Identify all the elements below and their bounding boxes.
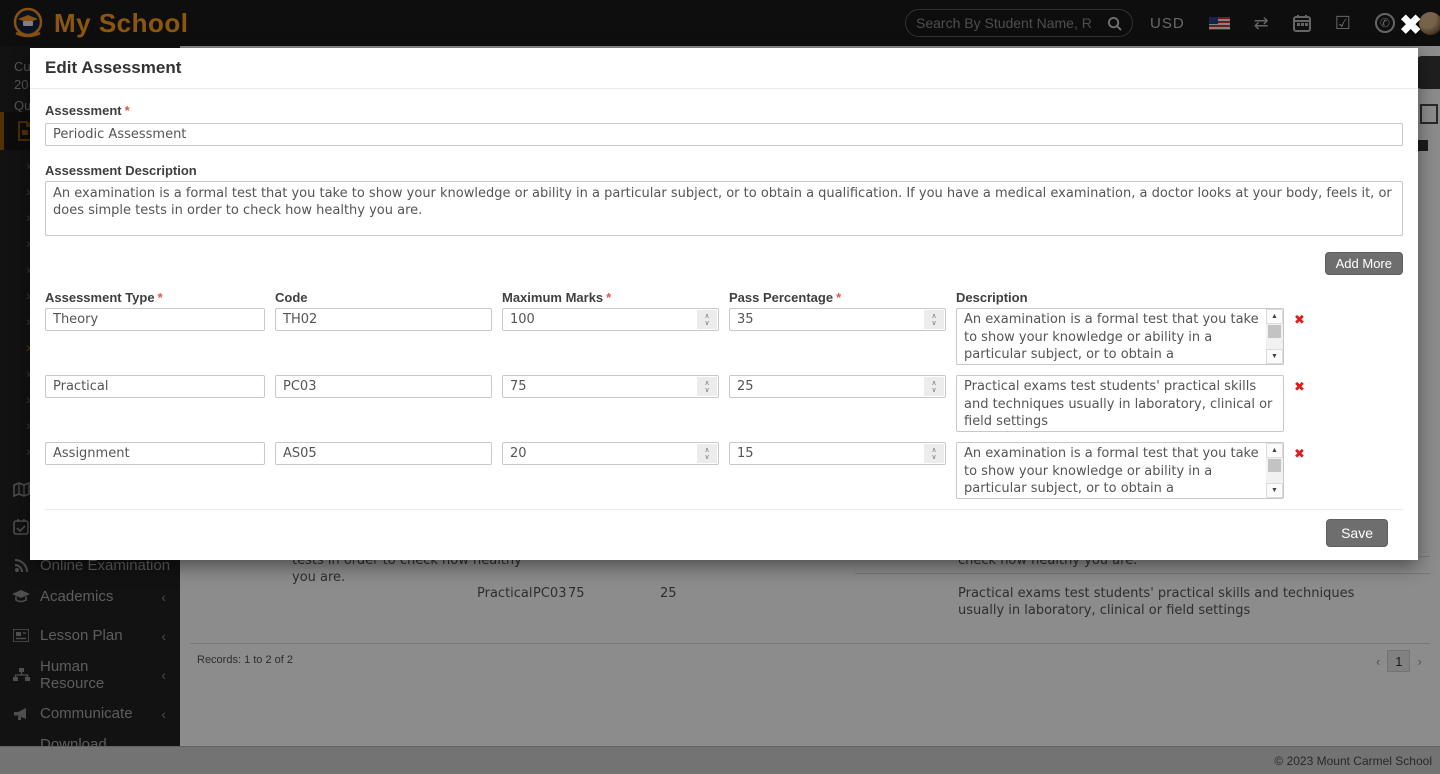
modal-header: Edit Assessment — [30, 48, 1418, 89]
scrollbar-thumb[interactable] — [1268, 325, 1281, 338]
column-header: Code — [275, 290, 308, 305]
maximum-marks-value: 75 — [510, 379, 527, 394]
assessment-type-row: 100 ∧∨ 35 ∧∨ An examination is a formal … — [45, 308, 1403, 365]
column-header: Pass Percentage — [729, 290, 833, 305]
scrollbar-thumb[interactable] — [1268, 459, 1281, 472]
scroll-up-icon[interactable]: ▲ — [1266, 309, 1283, 324]
row-description-text[interactable]: An examination is a formal test that you… — [957, 443, 1266, 498]
required-asterisk: * — [606, 290, 611, 305]
assessment-type-input[interactable] — [45, 308, 265, 331]
edit-assessment-modal: Edit Assessment Assessment* Assessment D… — [30, 48, 1418, 560]
column-header: Assessment Type — [45, 290, 155, 305]
stepper-arrows-icon[interactable]: ∧∨ — [924, 444, 944, 463]
assessment-label-text: Assessment — [45, 103, 122, 118]
code-input[interactable] — [275, 375, 492, 398]
required-asterisk: * — [158, 290, 163, 305]
pass-percentage-value: 35 — [737, 312, 754, 327]
modal-body: Assessment* Assessment Description An ex… — [30, 89, 1418, 547]
add-more-button[interactable]: Add More — [1325, 252, 1403, 275]
row-description-text[interactable]: Practical exams test students' practical… — [957, 376, 1283, 431]
modal-title: Edit Assessment — [45, 58, 181, 78]
add-more-row: Add More — [45, 252, 1403, 275]
column-header: Maximum Marks — [502, 290, 603, 305]
modal-footer: Save — [45, 509, 1403, 547]
maximum-marks-value: 100 — [510, 312, 535, 327]
stepper-arrows-icon[interactable]: ∧∨ — [924, 310, 944, 329]
assessment-description-label: Assessment Description — [45, 163, 1403, 178]
scroll-up-icon[interactable]: ▲ — [1266, 443, 1283, 458]
maximum-marks-value: 20 — [510, 446, 527, 461]
save-button[interactable]: Save — [1326, 519, 1388, 547]
stepper-arrows-icon[interactable]: ∧∨ — [697, 444, 717, 463]
textarea-scrollbar[interactable]: ▲ ▼ — [1266, 309, 1283, 364]
row-description-textarea[interactable]: Practical exams test students' practical… — [956, 375, 1284, 432]
scroll-down-icon[interactable]: ▼ — [1266, 483, 1283, 498]
column-header: Description — [956, 290, 1028, 305]
assessment-type-input[interactable] — [45, 442, 265, 465]
pass-percentage-stepper[interactable]: 15 ∧∨ — [729, 442, 946, 465]
delete-row-button[interactable]: ✖ — [1294, 446, 1403, 462]
close-icon[interactable]: ✖ — [1399, 12, 1422, 39]
assessment-type-input[interactable] — [45, 375, 265, 398]
delete-row-button[interactable]: ✖ — [1294, 312, 1403, 328]
maximum-marks-stepper[interactable]: 100 ∧∨ — [502, 308, 719, 331]
maximum-marks-stepper[interactable]: 75 ∧∨ — [502, 375, 719, 398]
delete-row-button[interactable]: ✖ — [1294, 379, 1403, 395]
row-description-text[interactable]: An examination is a formal test that you… — [957, 309, 1266, 364]
code-input[interactable] — [275, 442, 492, 465]
stepper-arrows-icon[interactable]: ∧∨ — [697, 310, 717, 329]
assessment-input[interactable] — [45, 123, 1403, 146]
pass-percentage-value: 25 — [737, 379, 754, 394]
pass-percentage-value: 15 — [737, 446, 754, 461]
required-asterisk: * — [836, 290, 841, 305]
app-root: My School USD ⇄ ☑ ✆ — [0, 0, 1440, 774]
maximum-marks-stepper[interactable]: 20 ∧∨ — [502, 442, 719, 465]
row-description-textarea[interactable]: An examination is a formal test that you… — [956, 442, 1284, 499]
row-description-textarea[interactable]: An examination is a formal test that you… — [956, 308, 1284, 365]
assessment-type-row: 20 ∧∨ 15 ∧∨ An examination is a formal t… — [45, 442, 1403, 499]
assessment-description-textarea[interactable]: An examination is a formal test that you… — [45, 181, 1403, 236]
pass-percentage-stepper[interactable]: 25 ∧∨ — [729, 375, 946, 398]
row-column-headers: Assessment Type* Code Maximum Marks* Pas… — [45, 290, 1403, 305]
assessment-label: Assessment* — [45, 103, 1403, 118]
assessment-type-row: 75 ∧∨ 25 ∧∨ Practical exams test student… — [45, 375, 1403, 432]
code-input[interactable] — [275, 308, 492, 331]
scroll-down-icon[interactable]: ▼ — [1266, 349, 1283, 364]
required-asterisk: * — [125, 103, 130, 118]
textarea-scrollbar[interactable]: ▲ ▼ — [1266, 443, 1283, 498]
pass-percentage-stepper[interactable]: 35 ∧∨ — [729, 308, 946, 331]
stepper-arrows-icon[interactable]: ∧∨ — [924, 377, 944, 396]
stepper-arrows-icon[interactable]: ∧∨ — [697, 377, 717, 396]
